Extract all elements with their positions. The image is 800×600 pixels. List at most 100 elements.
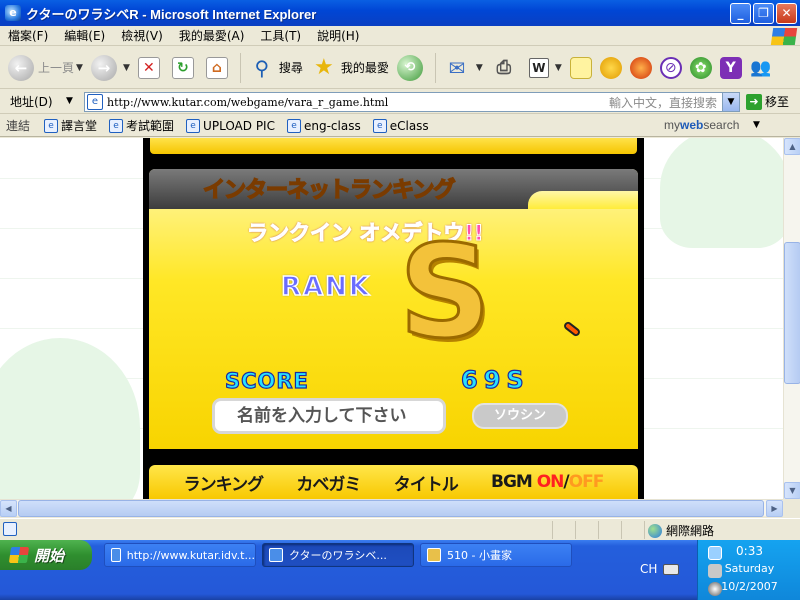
link-label: UPLOAD PIC	[203, 118, 275, 133]
icq-flower-icon[interactable]: ✿	[689, 56, 712, 79]
language-indicator[interactable]: CH	[640, 562, 657, 576]
home-button[interactable]: ⌂	[202, 50, 236, 86]
scroll-left-button[interactable]: ◀	[0, 500, 17, 517]
favorites-label: 我的最愛	[340, 61, 389, 75]
messenger-smiley-icon[interactable]	[599, 56, 622, 79]
close-button[interactable]: ✕	[776, 3, 797, 24]
address-dropdown-button[interactable]: ▼	[722, 93, 739, 111]
score-value: 69S	[460, 365, 530, 394]
search-label: 搜尋	[278, 61, 303, 75]
link-item[interactable]: e 譯言堂	[38, 117, 103, 134]
rank-value: S	[397, 218, 492, 367]
link-item[interactable]: e 考試範圍	[103, 117, 180, 134]
status-pane	[575, 521, 576, 539]
name-input[interactable]	[212, 398, 446, 434]
links-bar: 連結 e 譯言堂 e 考試範圍 e UPLOAD PIC e eng-class e eC…	[0, 115, 800, 137]
mywebsearch-button[interactable]: mywebsearch	[664, 118, 739, 132]
print-button[interactable]: ⎙	[487, 50, 525, 86]
vertical-scroll-thumb[interactable]	[784, 242, 800, 384]
refresh-button[interactable]: ↻	[168, 50, 202, 86]
go-arrow-icon: ➜	[746, 93, 762, 110]
bgm-off-button[interactable]: OFF	[569, 472, 605, 492]
go-button[interactable]: ➜ 移至	[746, 93, 789, 110]
search-button[interactable]: ⚲ 搜尋	[245, 50, 307, 86]
back-arrow-icon: ←	[8, 54, 34, 81]
msn-buddies-icon[interactable]: 👥	[750, 57, 772, 79]
taskbar-item-label: クターのワラシベ...	[289, 549, 387, 562]
menu-view[interactable]: 檢視(V)	[113, 27, 171, 44]
mywebsearch-brand: web	[680, 118, 704, 132]
maximize-button[interactable]: ❐	[753, 3, 774, 24]
history-button[interactable]: ⟲	[393, 50, 431, 86]
menu-favorites[interactable]: 我的最愛(A)	[171, 27, 253, 44]
go-label: 移至	[765, 95, 790, 109]
address-url[interactable]: http://www.kutar.com/webgame/vara_r_game…	[107, 96, 388, 109]
menu-help[interactable]: 說明(H)	[309, 27, 367, 44]
wallpaper-button[interactable]: カベガミ	[296, 470, 361, 495]
title-bar: e クターのワラシベR - Microsoft Internet Explore…	[0, 0, 800, 26]
edit-button[interactable]: W ▼	[525, 50, 566, 86]
mail-button[interactable]: ✉ ▼	[440, 50, 487, 86]
start-button[interactable]: 開始	[0, 540, 92, 570]
status-pane	[621, 521, 622, 539]
scroll-down-button[interactable]: ▼	[784, 482, 800, 499]
back-button[interactable]: ← 上一頁 ▼	[4, 50, 87, 86]
panel-header: インターネットランキング	[149, 169, 638, 209]
toolbar-separator	[239, 52, 241, 83]
menu-edit[interactable]: 編輯(E)	[56, 27, 113, 44]
ranking-panel: インターネットランキング ランクイン オメデトウ!! RANK S SCORE …	[149, 169, 638, 449]
star-icon: ★	[314, 55, 334, 80]
menu-file[interactable]: 檔案(F)	[0, 27, 56, 44]
favorites-button[interactable]: ★ 我的最愛	[307, 50, 393, 86]
taskbar-item[interactable]: 510 - 小畫家	[420, 543, 572, 567]
link-item[interactable]: e UPLOAD PIC	[180, 118, 281, 133]
emoticon-icon[interactable]	[629, 56, 652, 79]
dropdown-arrow-icon[interactable]: ▼	[123, 63, 130, 73]
link-item[interactable]: e eng-class	[281, 118, 367, 133]
dropdown-arrow-icon[interactable]: ▼	[555, 63, 562, 73]
mail-icon: ✉	[448, 55, 466, 80]
clock-day: Saturday	[724, 562, 775, 575]
scroll-up-button[interactable]: ▲	[784, 138, 800, 155]
menu-tools[interactable]: 工具(T)	[252, 27, 309, 44]
yahoo-icon[interactable]: Y	[719, 56, 742, 79]
vertical-scrollbar[interactable]: ▲ ▼	[783, 138, 800, 499]
toolbar-separator	[434, 52, 436, 83]
system-tray: 0:33 Saturday 10/2/2007	[697, 540, 800, 600]
clock-date: 10/2/2007	[721, 580, 778, 593]
forward-button[interactable]: → ▼	[87, 50, 134, 86]
taskbar-item[interactable]: クターのワラシベ...	[262, 543, 414, 567]
address-input[interactable]: e http://www.kutar.com/webgame/vara_r_ga…	[84, 92, 740, 112]
refresh-icon: ↻	[171, 56, 194, 79]
keyboard-icon[interactable]	[663, 564, 679, 575]
note-icon[interactable]	[569, 56, 592, 79]
horizontal-scrollbar[interactable]: ◀ ▶	[0, 499, 783, 517]
background-cat-shape	[0, 338, 140, 499]
link-label: 考試範圍	[126, 119, 175, 133]
dropdown-arrow-icon[interactable]: ▼	[476, 63, 483, 73]
bgm-on-button[interactable]: ON	[537, 472, 565, 492]
block-icon[interactable]: ⊘	[659, 56, 682, 79]
scroll-right-button[interactable]: ▶	[766, 500, 783, 517]
horizontal-scroll-thumb[interactable]	[18, 500, 764, 517]
taskbar-item-label: http://www.kutar.idv.t...	[126, 548, 255, 562]
pencil-cursor-icon	[562, 320, 582, 338]
dropdown-arrow-icon[interactable]: ▼	[76, 63, 83, 73]
dropdown-arrow-icon[interactable]: ▼	[66, 96, 73, 106]
ranking-button[interactable]: ランキング	[184, 470, 264, 495]
title-button[interactable]: タイトル	[394, 470, 459, 495]
send-button[interactable]: ソウシン	[472, 403, 568, 429]
status-pane	[598, 521, 599, 539]
window-controls: _ ❐ ✕	[730, 3, 797, 24]
taskbar-item[interactable]: http://www.kutar.idv.t...	[104, 543, 256, 567]
dropdown-arrow-icon[interactable]: ▼	[753, 120, 760, 130]
stop-icon: ✕	[137, 56, 160, 79]
link-label: eng-class	[303, 118, 361, 133]
taskbar: 開始 http://www.kutar.idv.t... クターのワラシベ...…	[0, 540, 800, 600]
printer-icon: ⎙	[496, 57, 512, 78]
link-item[interactable]: e eClass	[367, 118, 435, 133]
stop-button[interactable]: ✕	[134, 50, 168, 86]
ie-icon	[111, 548, 121, 562]
minimize-button[interactable]: _	[730, 3, 751, 24]
home-icon: ⌂	[205, 56, 228, 79]
